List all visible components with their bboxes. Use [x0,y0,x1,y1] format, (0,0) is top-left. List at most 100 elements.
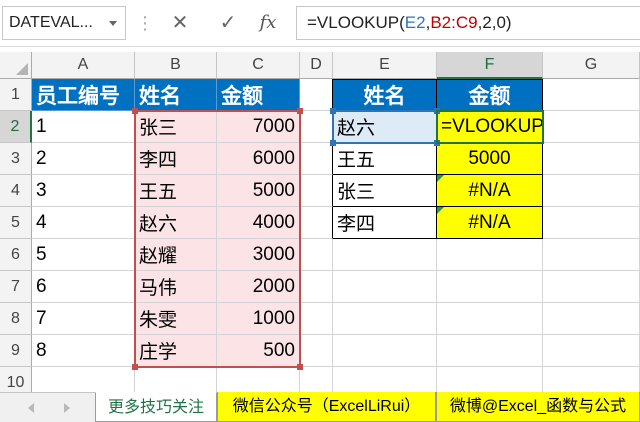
cell-A8[interactable]: 7 [32,303,135,335]
cell-G7[interactable] [543,271,640,303]
cell-E7[interactable] [333,271,437,303]
row-header-10[interactable]: 10 [0,367,32,392]
chevron-down-icon[interactable] [109,21,117,26]
formula-ref-range: B2:C9 [430,13,478,32]
cell-C10[interactable] [217,367,300,392]
cell-D4[interactable] [300,175,333,207]
cell-C7[interactable]: 2000 [217,271,300,303]
cell-D7[interactable] [300,271,333,303]
column-header-C[interactable]: C [217,52,300,79]
cell-A9[interactable]: 8 [32,335,135,367]
cell-E4[interactable]: 张三 [333,175,437,207]
cell-B10[interactable] [135,367,217,392]
cell-G5[interactable] [543,207,640,239]
row-header-3[interactable]: 3 [0,143,32,175]
row-header-4[interactable]: 4 [0,175,32,207]
cell-F1[interactable]: 金额 [437,79,543,111]
cell-E2[interactable]: 赵六 [333,111,437,143]
cell-E8[interactable] [333,303,437,335]
row-header-7[interactable]: 7 [0,271,32,303]
cell-D3[interactable] [300,143,333,175]
cell-A10[interactable] [32,367,135,392]
column-header-E[interactable]: E [333,52,437,79]
row-header-6[interactable]: 6 [0,239,32,271]
cell-D2[interactable] [300,111,333,143]
sheet-tab-1[interactable]: 更多技巧关注 [95,392,217,422]
triangle-right-icon[interactable] [64,403,70,413]
sheet-tab-2[interactable]: 微信公众号（ExcelLiRui） [217,392,436,422]
close-icon[interactable]: ✕ [165,6,195,40]
cell-B2[interactable]: 张三 [135,111,217,143]
cell-G4[interactable] [543,175,640,207]
cell-F6[interactable] [437,239,543,271]
cell-B7[interactable]: 马伟 [135,271,217,303]
cell-D9[interactable] [300,335,333,367]
check-icon[interactable]: ✓ [213,6,243,40]
cell-A6[interactable]: 5 [32,239,135,271]
cell-D8[interactable] [300,303,333,335]
cell-C3[interactable]: 6000 [217,143,300,175]
column-header-A[interactable]: A [32,52,135,79]
cell-F4[interactable]: #N/A [437,175,543,207]
cell-B5[interactable]: 赵六 [135,207,217,239]
cell-D6[interactable] [300,239,333,271]
cell-F8[interactable] [437,303,543,335]
cell-G6[interactable] [543,239,640,271]
cell-G3[interactable] [543,143,640,175]
column-header-B[interactable]: B [135,52,217,79]
cell-A1[interactable]: 员工编号 [32,79,135,111]
cell-F3[interactable]: 5000 [437,143,543,175]
triangle-left-icon[interactable] [28,403,34,413]
cell-C4[interactable]: 5000 [217,175,300,207]
name-box[interactable]: DATEVAL... [2,6,126,40]
cell-C2[interactable]: 7000 [217,111,300,143]
column-header-D[interactable]: D [300,52,333,79]
cell-B3[interactable]: 李四 [135,143,217,175]
cell-E5[interactable]: 李四 [333,207,437,239]
cell-A5[interactable]: 4 [32,207,135,239]
cell-A3[interactable]: 2 [32,143,135,175]
sheet-tab-3[interactable]: 微博@Excel_函数与公式 [436,392,640,422]
cell-F5[interactable]: #N/A [437,207,543,239]
cell-B9[interactable]: 庄学 [135,335,217,367]
cell-B1[interactable]: 姓名 [135,79,217,111]
cell-D5[interactable] [300,207,333,239]
cell-F10[interactable] [437,367,543,392]
cell-B6[interactable]: 赵耀 [135,239,217,271]
row-header-9[interactable]: 9 [0,335,32,367]
cell-G1[interactable] [543,79,640,111]
cell-G8[interactable] [543,303,640,335]
cell-D1[interactable] [300,79,333,111]
cell-A7[interactable]: 6 [32,271,135,303]
row-header-8[interactable]: 8 [0,303,32,335]
column-header-F[interactable]: F [437,52,543,79]
cell-E3[interactable]: 王五 [333,143,437,175]
cell-A2[interactable]: 1 [32,111,135,143]
cell-G10[interactable] [543,367,640,392]
select-all-corner[interactable] [0,52,32,79]
row-header-5[interactable]: 5 [0,207,32,239]
cell-F2[interactable]: =VLOOKUP [437,111,543,143]
fx-icon[interactable]: fx [253,6,283,40]
cell-E1[interactable]: 姓名 [333,79,437,111]
cell-B4[interactable]: 王五 [135,175,217,207]
cell-C5[interactable]: 4000 [217,207,300,239]
cell-G2[interactable] [543,111,640,143]
cell-A4[interactable]: 3 [32,175,135,207]
cell-F7[interactable] [437,271,543,303]
cell-E9[interactable] [333,335,437,367]
formula-input[interactable]: =VLOOKUP(E2,B2:C9,2,0) [296,6,640,40]
cell-B8[interactable]: 朱雯 [135,303,217,335]
cell-E6[interactable] [333,239,437,271]
cell-D10[interactable] [300,367,333,392]
cell-F9[interactable] [437,335,543,367]
cell-G9[interactable] [543,335,640,367]
cell-C6[interactable]: 3000 [217,239,300,271]
cell-C8[interactable]: 1000 [217,303,300,335]
cell-E10[interactable] [333,367,437,392]
cell-C1[interactable]: 金额 [217,79,300,111]
row-header-1[interactable]: 1 [0,79,32,111]
cell-C9[interactable]: 500 [217,335,300,367]
row-header-2[interactable]: 2 [0,111,32,143]
column-header-G[interactable]: G [543,52,640,79]
